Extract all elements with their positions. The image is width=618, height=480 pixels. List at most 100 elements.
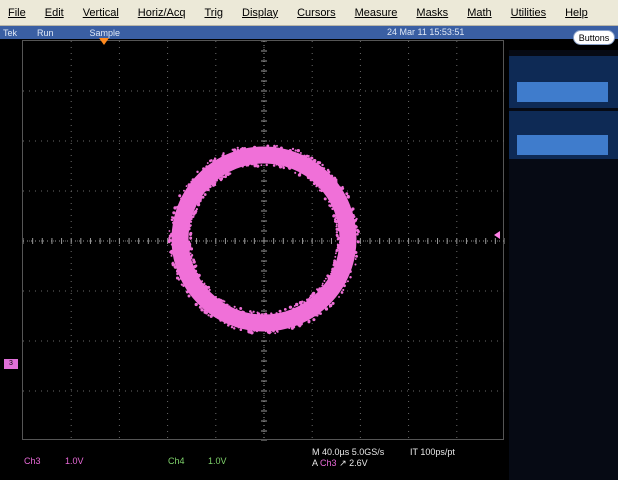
xy-trace-sample	[171, 221, 175, 224]
xy-trace-sample	[241, 310, 244, 314]
xy-trace-sample	[190, 180, 193, 183]
xy-trace-sample	[239, 307, 243, 310]
xy-trace-sample	[296, 149, 300, 153]
xy-trace-sample	[313, 159, 317, 163]
trigger-source: Ch3	[320, 458, 337, 468]
xy-trace-sample	[331, 207, 334, 211]
menu-horiz-acq[interactable]: Horiz/Acq	[130, 7, 197, 19]
graticule-grid	[23, 41, 505, 441]
xy-trace-sample	[168, 230, 171, 232]
xy-trace-sample	[306, 175, 311, 180]
menu-utilities[interactable]: Utilities	[503, 7, 557, 19]
ch3-ground-marker[interactable]: 3	[4, 359, 18, 369]
xy-trace-sample	[354, 263, 357, 266]
xy-trace-sample	[206, 187, 210, 192]
xy-trace-sample	[189, 252, 192, 255]
side-panel-control-2[interactable]	[509, 111, 618, 159]
xy-trace-sample	[250, 162, 254, 166]
xy-trace-sample	[335, 223, 338, 226]
xy-trace-sample	[256, 164, 260, 168]
ch4-label[interactable]: Ch4	[168, 456, 185, 466]
xy-trace-sample	[189, 231, 193, 235]
trigger-position-marker[interactable]	[99, 38, 109, 45]
xy-trace-sample	[301, 300, 304, 303]
xy-trace-sample	[176, 272, 179, 276]
xy-trace-sample	[298, 323, 302, 326]
xy-trace-sample	[260, 164, 263, 167]
xy-trace-sample	[253, 145, 257, 149]
xy-trace-sample	[357, 230, 360, 234]
xy-trace-sample	[213, 183, 216, 186]
menu-file[interactable]: File	[0, 7, 37, 19]
menu-cursors[interactable]: Cursors	[289, 7, 347, 19]
xy-trace-sample	[265, 163, 268, 167]
status-bar: Tek Run Sample 24 Mar 11 15:53:51	[0, 26, 618, 39]
xy-trace-sample	[297, 173, 302, 177]
side-panel-control-1[interactable]	[509, 56, 618, 108]
xy-trace-sample	[283, 307, 287, 311]
trigger-level: 2.6V	[349, 458, 368, 468]
xy-trace-sample	[235, 308, 238, 311]
xy-trace-sample	[315, 185, 318, 188]
xy-trace-sample	[335, 231, 339, 234]
xy-trace-sample	[228, 305, 231, 308]
horizontal-resolution-readout[interactable]: IT 100ps/pt	[410, 447, 455, 457]
xy-trace-sample	[336, 238, 340, 241]
ch3-label[interactable]: Ch3	[24, 456, 41, 466]
xy-trace-sample	[221, 299, 224, 302]
xy-trace-sample	[239, 148, 243, 152]
xy-trace-sample	[225, 303, 229, 307]
trigger-readout[interactable]: A Ch3 ↗ 2.6V	[312, 458, 368, 469]
xy-trace-sample	[266, 330, 271, 334]
xy-trace-sample	[338, 296, 340, 298]
xy-trace-sample	[198, 199, 202, 203]
menu-measure[interactable]: Measure	[347, 7, 409, 19]
xy-trace-sample	[323, 279, 326, 283]
xy-trace-sample	[222, 175, 225, 178]
xy-trace-sample	[318, 161, 322, 165]
xy-trace-sample	[249, 331, 252, 334]
ch4-scale[interactable]: 1.0V	[208, 456, 227, 466]
xy-trace-sample	[291, 325, 296, 329]
xy-trace-sample	[195, 303, 198, 306]
ch3-scale[interactable]: 1.0V	[65, 456, 84, 466]
side-panel-control-2-field[interactable]	[517, 135, 608, 155]
waveform-display[interactable]	[22, 40, 505, 441]
xy-trace-sample	[204, 189, 207, 192]
xy-trace-sample	[334, 252, 337, 255]
xy-trace-sample	[336, 246, 340, 249]
trigger-level-marker[interactable]	[494, 231, 500, 239]
xy-trace-sample	[218, 298, 223, 302]
xy-trace-sample	[303, 301, 306, 304]
xy-trace-sample	[223, 321, 226, 324]
horizontal-timebase-readout[interactable]: M 40.0µs 5.0GS/s	[312, 447, 384, 457]
menu-masks[interactable]: Masks	[408, 7, 459, 19]
xy-trace-sample	[192, 215, 195, 218]
xy-trace-sample	[189, 256, 193, 260]
xy-trace-sample	[189, 237, 192, 240]
menu-edit[interactable]: Edit	[37, 7, 75, 19]
buttons-toggle-button[interactable]: Buttons	[573, 30, 615, 45]
xy-trace-sample	[333, 264, 336, 267]
menu-vertical[interactable]: Vertical	[75, 7, 130, 19]
xy-trace-sample	[194, 264, 198, 268]
menu-trig[interactable]: Trig	[196, 7, 234, 19]
menu-help[interactable]: Help	[557, 7, 599, 19]
xy-trace-sample	[215, 178, 218, 182]
xy-trace-sample	[253, 329, 256, 332]
xy-trace-sample	[227, 323, 230, 327]
xy-trace-sample	[187, 294, 191, 298]
xy-trace-sample	[187, 227, 191, 231]
xy-trace-sample	[221, 154, 225, 158]
xy-trace-sample	[275, 329, 279, 333]
xy-trace-sample	[207, 186, 210, 189]
menu-math[interactable]: Math	[459, 7, 502, 19]
xy-trace-sample	[292, 307, 295, 311]
xy-trace-sample	[208, 288, 211, 291]
xy-trace-sample	[341, 187, 345, 190]
xy-trace-sample	[170, 249, 174, 253]
menu-display[interactable]: Display	[234, 7, 289, 19]
status-brand: Tek	[3, 27, 18, 38]
xy-trace-sample	[270, 313, 273, 316]
side-panel-control-1-field[interactable]	[517, 82, 608, 102]
